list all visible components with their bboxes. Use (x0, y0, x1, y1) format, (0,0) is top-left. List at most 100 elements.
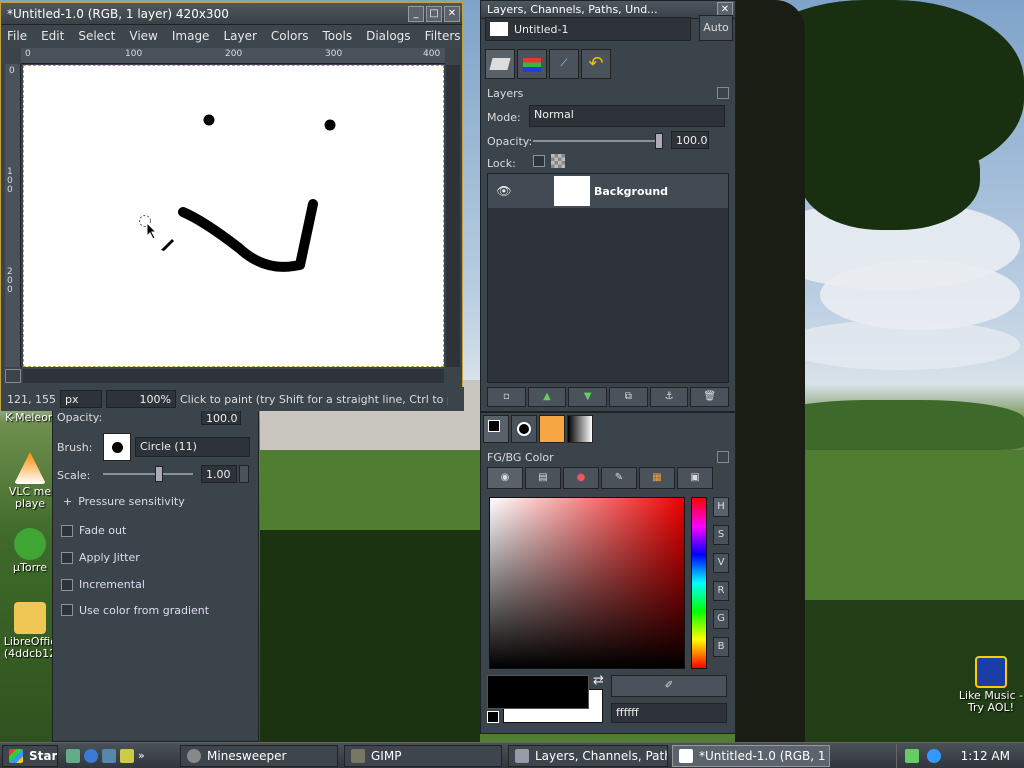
layer-opacity-value[interactable]: 100.0 (671, 131, 709, 149)
mode-select[interactable]: Normal (529, 105, 725, 127)
channel-h-button[interactable]: H (713, 497, 729, 517)
minimize-button[interactable]: _ (408, 5, 424, 22)
task-untitled-image[interactable]: *Untitled-1.0 (RGB, 1 l... (672, 744, 830, 767)
quick-mask-button[interactable] (5, 369, 21, 383)
desktop-icon-libreoffice[interactable]: LibreOffic (4ddcb12 (0, 602, 60, 660)
image-window-titlebar[interactable]: *Untitled-1.0 (RGB, 1 layer) 420x300 _ □… (1, 3, 462, 25)
scale-value[interactable]: 1.00 (201, 465, 237, 483)
watercolor-selector-tab[interactable]: ✎ (601, 467, 637, 489)
menu-layer[interactable]: Layer (223, 29, 256, 43)
duplicate-layer-button[interactable]: ⧉ (609, 387, 648, 407)
scale-slider[interactable] (103, 466, 193, 482)
horizontal-ruler[interactable]: 0 100 200 300 400 (21, 48, 445, 64)
tab-channels[interactable] (517, 49, 547, 79)
pressure-expander[interactable]: + Pressure sensitivity (63, 495, 185, 508)
tab-layers[interactable] (485, 49, 515, 79)
tab-fgbg-color[interactable] (483, 415, 509, 443)
unit-select[interactable]: px (59, 390, 102, 408)
scale-spin[interactable] (239, 465, 249, 483)
lower-layer-button[interactable]: ▼ (568, 387, 608, 407)
image-canvas[interactable] (23, 65, 444, 367)
cmyk-selector-tab[interactable]: ▤ (525, 467, 561, 489)
apply-jitter-checkbox[interactable]: Apply Jitter (61, 544, 209, 571)
tab-paths[interactable]: ⟋ (549, 49, 579, 79)
task-gimp[interactable]: GIMP (344, 744, 502, 767)
image-select[interactable]: Untitled-1 (485, 17, 691, 41)
layer-row-background[interactable]: 👁 Background (488, 174, 728, 208)
desktop-icon-vlc[interactable]: VLC me playe (0, 452, 60, 510)
close-button[interactable]: ✕ (444, 5, 460, 22)
tab-patterns[interactable] (539, 415, 565, 443)
layer-opacity-slider[interactable] (533, 133, 663, 149)
foreground-color-swatch[interactable] (487, 675, 589, 709)
channel-s-button[interactable]: S (713, 525, 729, 545)
brush-name[interactable]: Circle (11) (135, 437, 250, 457)
network-tray-icon[interactable] (904, 748, 919, 763)
menu-edit[interactable]: Edit (41, 29, 64, 43)
channel-r-button[interactable]: R (713, 581, 729, 601)
maximize-button[interactable]: □ (426, 5, 442, 22)
show-desktop-icon[interactable] (66, 748, 80, 763)
layer-opacity-handle[interactable] (655, 133, 663, 149)
hue-strip[interactable] (691, 497, 707, 669)
scale-slider-handle[interactable] (155, 466, 163, 482)
ie-icon[interactable] (84, 748, 98, 763)
task-minesweeper[interactable]: Minesweeper (180, 744, 338, 767)
task-layers-dock[interactable]: Layers, Channels, Paths, ... (508, 744, 668, 767)
eye-visibility-icon[interactable]: 👁 (488, 184, 520, 198)
layer-list: 👁 Background (487, 173, 729, 383)
channel-v-button[interactable]: V (713, 553, 729, 573)
use-gradient-color-checkbox[interactable]: Use color from gradient (61, 598, 209, 622)
menu-tools[interactable]: Tools (323, 29, 353, 43)
menu-dialogs[interactable]: Dialogs (366, 29, 410, 43)
menu-view[interactable]: View (129, 29, 157, 43)
layer-name[interactable]: Background (594, 185, 668, 198)
brush-preview[interactable] (103, 433, 131, 461)
tab-undo[interactable]: ↶ (581, 49, 611, 79)
menu-colors[interactable]: Colors (271, 29, 309, 43)
more-icon[interactable]: » (138, 749, 145, 762)
gimp-selector-tab[interactable]: ◉ (487, 467, 523, 489)
outlook-icon[interactable] (102, 748, 116, 763)
desktop-icon-aol-music[interactable]: Like Music - Try AOL! (958, 656, 1024, 714)
paintbrush-icon: ✎ (614, 472, 624, 483)
desktop-icon-utorrent[interactable]: µTorre (0, 528, 60, 574)
tool-opacity-value[interactable]: 100.0 (201, 409, 241, 425)
auto-button[interactable]: Auto (699, 15, 733, 41)
zoom-select[interactable]: 100% (105, 390, 176, 408)
tab-brushes[interactable] (511, 415, 537, 443)
incremental-checkbox[interactable]: Incremental (61, 571, 209, 598)
update-tray-icon[interactable] (926, 748, 941, 763)
hex-color-field[interactable]: ffffff (611, 703, 727, 723)
explorer-icon[interactable] (120, 748, 134, 763)
horizontal-scrollbar[interactable] (23, 369, 444, 383)
tab-gradients[interactable] (567, 415, 593, 443)
color-dock-menu-button[interactable] (717, 451, 729, 463)
channel-g-button[interactable]: G (713, 609, 729, 629)
menu-file[interactable]: File (7, 29, 27, 43)
vertical-ruler[interactable]: 0 100 200 (5, 64, 21, 367)
menu-filters[interactable]: Filters (425, 29, 461, 43)
raise-layer-button[interactable]: ▲ (527, 387, 567, 407)
delete-layer-button[interactable]: 🗑 (690, 387, 730, 407)
image-thumbnail-icon (490, 22, 508, 36)
default-colors-icon[interactable] (487, 711, 499, 723)
anchor-layer-button[interactable]: ⚓ (649, 387, 689, 407)
menu-image[interactable]: Image (172, 29, 210, 43)
palette-selector-tab[interactable]: ▦ (639, 467, 675, 489)
swap-colors-icon[interactable]: ⇄ (593, 673, 604, 688)
menu-select[interactable]: Select (78, 29, 115, 43)
lock-pixels-checkbox[interactable] (533, 155, 545, 167)
start-button[interactable]: Start (2, 744, 58, 767)
fade-out-checkbox[interactable]: Fade out (61, 517, 209, 544)
color-history-button[interactable]: ✐ (611, 675, 727, 697)
color-saturation-value-area[interactable] (489, 497, 685, 669)
desktop-icon-kmeleon[interactable]: K-Meleon (0, 412, 60, 424)
lock-alpha-icon[interactable] (551, 154, 565, 168)
scales-selector-tab[interactable]: ▣ (677, 467, 713, 489)
wheel-selector-tab[interactable]: ● (563, 467, 599, 489)
vertical-scrollbar[interactable] (446, 65, 460, 367)
dock-menu-button[interactable] (717, 87, 729, 99)
channel-b-button[interactable]: B (713, 637, 729, 657)
new-layer-button[interactable]: ▫ (487, 387, 526, 407)
